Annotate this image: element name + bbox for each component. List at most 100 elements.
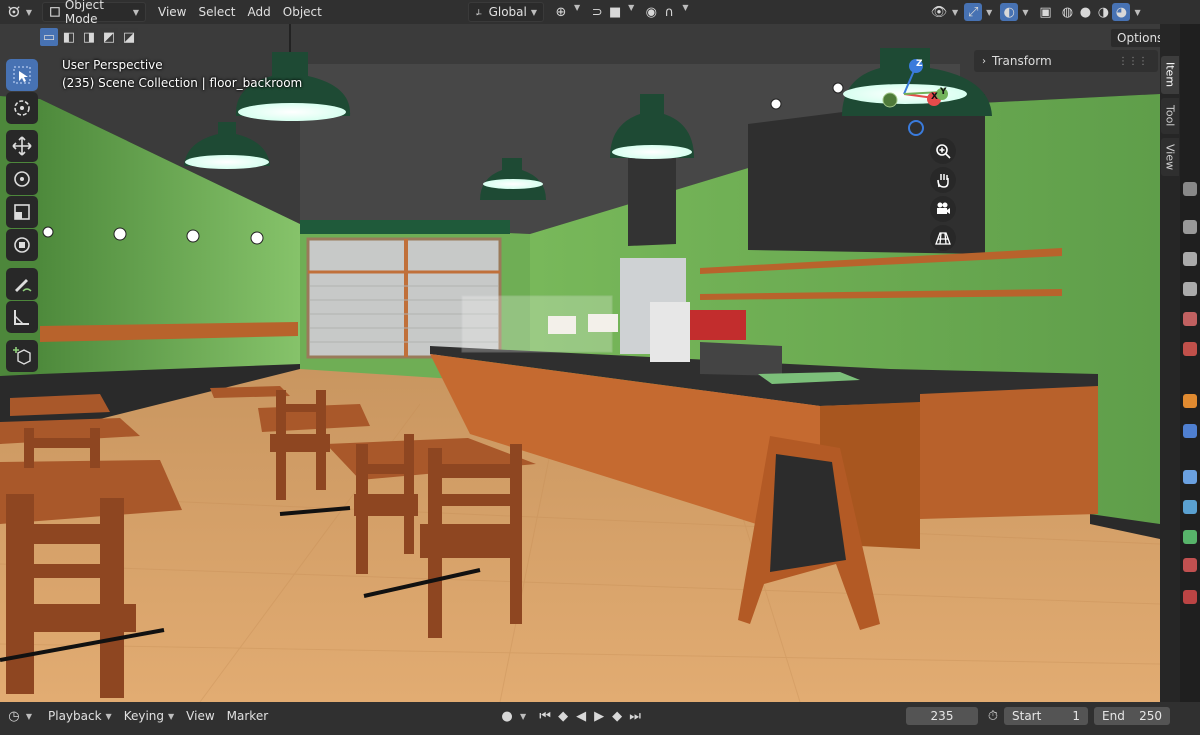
menu-playback-label: Playback <box>48 709 102 723</box>
menu-select[interactable]: Select <box>192 2 241 22</box>
select-invert-icon[interactable]: ◩ <box>100 28 118 46</box>
cursor-tool[interactable] <box>6 92 38 124</box>
gizmo-z-label[interactable]: Z <box>916 59 923 69</box>
orientation-label: Global <box>488 5 527 19</box>
zoom-magnifier-icon <box>936 144 951 159</box>
transform-orientation-dropdown[interactable]: Global ▼ <box>468 2 544 22</box>
orientation-axes-icon <box>475 3 483 21</box>
object-data-icon[interactable] <box>1183 530 1197 544</box>
snap-target-icon[interactable]: ■ <box>606 3 624 21</box>
material-shading-icon[interactable]: ◑ <box>1094 3 1112 21</box>
scene-collection-label: (235) Scene Collection | floor_backroom <box>62 76 303 90</box>
viewport-editor-icon <box>6 3 22 21</box>
world-properties-icon[interactable] <box>1183 342 1197 356</box>
hand-icon <box>937 174 949 188</box>
gizmo-x-label[interactable]: X <box>931 92 938 102</box>
menu-keying[interactable]: Keying ▼ <box>118 706 180 726</box>
add-cube-tool[interactable] <box>6 340 38 372</box>
texture-icon[interactable] <box>1183 590 1197 604</box>
select-new-icon[interactable]: ▭ <box>40 28 58 46</box>
jump-end-icon[interactable]: ⏭ <box>626 707 644 725</box>
ortho-toggle-button[interactable] <box>930 225 956 251</box>
wireframe-shading-icon[interactable]: ◍ <box>1058 3 1076 21</box>
output-properties-icon[interactable] <box>1183 252 1197 266</box>
tab-view[interactable]: View <box>1161 138 1179 176</box>
proportional-edit-icon[interactable]: ◉ <box>642 3 660 21</box>
material-icon[interactable] <box>1183 558 1197 572</box>
chevron-down-icon: ▼ <box>952 7 959 17</box>
falloff-curve-icon[interactable]: ∩ <box>660 3 678 21</box>
next-keyframe-icon[interactable]: ◆ <box>608 707 626 725</box>
overlays-toggle-icon[interactable]: ◐ <box>1000 3 1019 21</box>
xray-toggle-icon[interactable]: ▣ <box>1036 3 1054 21</box>
jump-start-icon[interactable]: ⏮ <box>536 707 554 725</box>
chevron-down-icon: ▼ <box>574 3 581 12</box>
rotate-tool[interactable] <box>6 163 38 195</box>
scene-properties-icon[interactable] <box>1183 312 1197 326</box>
object-properties-icon[interactable] <box>1183 394 1197 408</box>
transform-panel-header[interactable]: › Transform ⋮⋮⋮ <box>974 50 1158 72</box>
timeline-editor-type-button[interactable]: ◷ ▼ <box>0 706 38 726</box>
render-properties-icon[interactable] <box>1183 220 1197 234</box>
ruler-icon <box>14 310 29 325</box>
transform-tool[interactable] <box>6 229 38 261</box>
menu-marker[interactable]: Marker <box>221 706 274 726</box>
select-extend-icon[interactable]: ◧ <box>60 28 78 46</box>
select-box-tool[interactable] <box>6 59 38 91</box>
measure-tool[interactable] <box>6 301 38 333</box>
view-layer-icon[interactable] <box>1183 282 1197 296</box>
mode-dropdown[interactable]: Object Mode ▼ <box>42 0 146 26</box>
play-icon[interactable]: ▶ <box>590 707 608 725</box>
modifier-wrench-icon[interactable] <box>1183 424 1197 438</box>
blender-window: ▼ Object Mode ▼ View Select Add Object G… <box>0 0 1200 735</box>
clock-editor-icon: ◷ <box>8 708 20 724</box>
pivot-icon[interactable]: ⊕ <box>552 3 570 21</box>
rendered-shading-icon[interactable]: ◕ <box>1112 3 1131 21</box>
scale-icon <box>14 204 30 220</box>
snapping-controls: ⊕ ▼ ⊃ ■ ▼ ◉ ∩ ▼ <box>552 3 689 21</box>
select-subtract-icon[interactable]: ◨ <box>80 28 98 46</box>
menu-playback[interactable]: Playback ▼ <box>42 706 118 726</box>
stopwatch-icon[interactable]: ⏱ <box>984 707 1002 725</box>
record-keyframe-icon[interactable]: ● <box>498 707 516 725</box>
gizmo-toggle-icon[interactable]: ⤢ <box>964 3 983 21</box>
crosshair-cursor-icon <box>14 100 30 116</box>
move-arrows-icon <box>12 136 32 156</box>
status-bar <box>0 730 1200 735</box>
play-reverse-icon[interactable]: ◀ <box>572 707 590 725</box>
3d-viewport[interactable]: Z X Y ▭ ◧ ◨ ◩ ◪ Options ▼ User Perspecti… <box>0 24 1160 702</box>
drag-handle-icon[interactable]: ⋮⋮⋮ <box>1118 56 1148 67</box>
chevron-down-icon: ▼ <box>530 7 537 17</box>
start-frame-field[interactable]: Start 1 <box>1004 707 1088 725</box>
menu-add[interactable]: Add <box>242 2 277 22</box>
editor-type-button[interactable]: ▼ <box>0 2 38 22</box>
solid-shading-icon[interactable]: ● <box>1076 3 1094 21</box>
start-label: Start <box>1012 709 1042 723</box>
pencil-icon <box>15 279 32 292</box>
tab-item[interactable]: Item <box>1161 56 1179 94</box>
menu-object[interactable]: Object <box>277 2 328 22</box>
constraints-icon[interactable] <box>1183 500 1197 514</box>
end-frame-field[interactable]: End 250 <box>1094 707 1170 725</box>
move-tool[interactable] <box>6 130 38 162</box>
menu-timeline-view[interactable]: View <box>180 706 220 726</box>
annotate-tool[interactable] <box>6 268 38 300</box>
snap-icon[interactable]: ⊃ <box>588 3 606 21</box>
zoom-view-button[interactable] <box>930 138 956 164</box>
tool-properties-icon[interactable] <box>1183 182 1197 196</box>
current-frame-field[interactable]: 235 <box>906 707 978 725</box>
rotate-icon <box>14 171 30 187</box>
select-intersect-icon[interactable]: ◪ <box>120 28 138 46</box>
scale-tool[interactable] <box>6 196 38 228</box>
pan-view-button[interactable] <box>930 167 956 193</box>
gizmo-y-label[interactable]: Y <box>940 87 947 97</box>
prev-keyframe-icon[interactable]: ◆ <box>554 707 572 725</box>
camera-view-button[interactable] <box>930 196 956 222</box>
menu-view[interactable]: View <box>152 2 192 22</box>
viewport-display-controls: 👁 ▼ ⤢ ▼ ◐ ▼ ▣ ◍ ● ◑ ◕ ▼ <box>930 3 1141 21</box>
options-dropdown[interactable]: Options ▼ <box>1110 28 1160 48</box>
physics-icon[interactable] <box>1183 470 1197 484</box>
tab-tool[interactable]: Tool <box>1161 98 1179 134</box>
transform-panel-title: Transform <box>992 54 1052 68</box>
visibility-eye-icon[interactable]: 👁 <box>930 3 948 21</box>
